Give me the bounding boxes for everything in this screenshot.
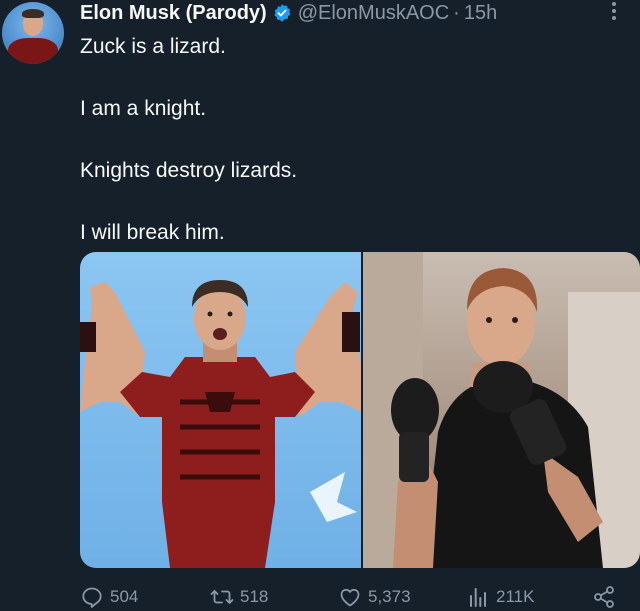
- avatar-body: [8, 38, 58, 64]
- share-icon: [594, 586, 614, 608]
- tweet-header: Elon Musk (Parody) @ElonMuskAOC · 15h: [80, 0, 497, 26]
- timestamp[interactable]: 15h: [464, 2, 497, 25]
- knight-illustration: [80, 280, 361, 568]
- display-name[interactable]: Elon Musk (Parody): [80, 2, 267, 25]
- views-count: 211K: [496, 587, 535, 606]
- more-dot: [612, 2, 616, 6]
- tweet-line: Knights destroy lizards.: [80, 159, 298, 182]
- retweet-button[interactable]: 518: [210, 585, 268, 609]
- like-icon: [340, 588, 360, 607]
- photo-boxer[interactable]: [361, 252, 640, 568]
- tweet-line: Zuck is a lizard.: [80, 35, 226, 58]
- tweet: Elon Musk (Parody) @ElonMuskAOC · 15h Zu…: [0, 0, 640, 611]
- tweet-line: I will break him.: [80, 221, 225, 244]
- tweet-media[interactable]: [80, 252, 640, 568]
- handle[interactable]: @ElonMuskAOC: [298, 2, 449, 25]
- avatar[interactable]: [2, 2, 64, 64]
- verified-badge-icon: [274, 4, 291, 22]
- avatar-hair: [22, 9, 44, 18]
- like-count: 5,373: [368, 587, 411, 606]
- action-bar: 504 518 5,373 211K: [80, 585, 640, 611]
- reply-icon: [82, 587, 102, 608]
- retweet-icon: [210, 590, 234, 604]
- reply-count: 504: [110, 587, 139, 606]
- share-button[interactable]: [592, 585, 622, 609]
- views-button[interactable]: 211K: [466, 585, 534, 609]
- tweet-line: I am a knight.: [80, 97, 207, 120]
- boxer-illustration: [363, 252, 640, 568]
- photo-knight[interactable]: [80, 252, 361, 568]
- more-dot: [612, 16, 616, 20]
- more-dot: [612, 9, 616, 13]
- more-icon[interactable]: [606, 0, 622, 22]
- retweet-count: 518: [240, 587, 269, 606]
- separator: ·: [453, 1, 460, 24]
- views-icon: [470, 588, 486, 607]
- reply-button[interactable]: 504: [80, 585, 138, 609]
- tweet-text: Zuck is a lizard. I am a knight. Knights…: [80, 32, 620, 248]
- like-button[interactable]: 5,373: [338, 585, 411, 609]
